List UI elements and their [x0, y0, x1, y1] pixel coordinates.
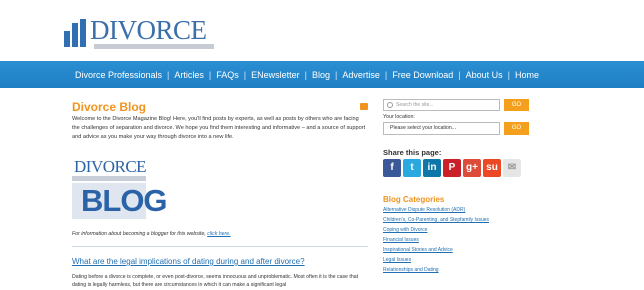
- site-logo[interactable]: DIVORCE: [64, 16, 220, 52]
- location-label: Your location:: [383, 114, 415, 120]
- nav-item-faqs[interactable]: FAQs: [216, 70, 239, 80]
- nav-item-articles[interactable]: Articles: [174, 70, 204, 80]
- nav-item-enewsletter[interactable]: ENewsletter: [251, 70, 300, 80]
- nav-item-advertise[interactable]: Advertise: [342, 70, 380, 80]
- blog-logo-box: BLOG: [72, 183, 168, 219]
- social-share-bar: f t in Pg+ su ✉: [383, 159, 523, 177]
- categories-list: Alternative Dispute Resolution (ADR) Chil…: [383, 205, 489, 275]
- category-link[interactable]: Relationships and Dating: [383, 265, 489, 275]
- nav-item-about-us[interactable]: About Us: [466, 70, 503, 80]
- nav-separator: |: [243, 69, 247, 80]
- nav-separator: |: [334, 69, 338, 80]
- nav-separator: |: [507, 69, 510, 80]
- rss-icon[interactable]: [360, 103, 368, 110]
- stumbleupon-icon[interactable]: su: [483, 159, 501, 177]
- nav-separator: |: [208, 69, 212, 80]
- nav-items: Divorce Professionals | Articles | FAQs | ENew…: [75, 61, 539, 88]
- share-title: Share this page:: [383, 148, 442, 157]
- logo-text: DIVORCE: [90, 15, 207, 45]
- nav-separator: |: [384, 69, 388, 80]
- blog-logo-top-text: DIVORCE: [74, 157, 147, 176]
- logo-subtitle: [94, 44, 214, 49]
- googleplus-icon[interactable]: g+: [463, 159, 481, 177]
- category-link[interactable]: Alternative Dispute Resolution (ADR): [383, 205, 489, 215]
- nav-item-divorce-professionals[interactable]: Divorce Professionals: [75, 70, 162, 80]
- categories-title: Blog Categories: [383, 195, 445, 204]
- search-placeholder: Search the site...: [396, 102, 434, 108]
- logo-mark-icon: [64, 19, 88, 47]
- blogger-info: For information about becoming a blogger…: [72, 231, 231, 237]
- intro-text: Welcome to the Divorce Magazine Blog! He…: [72, 116, 366, 140]
- nav-separator: |: [167, 69, 170, 80]
- divider: [72, 246, 368, 247]
- nav-item-blog[interactable]: Blog: [312, 70, 330, 80]
- twitter-icon[interactable]: t: [403, 159, 421, 177]
- category-link[interactable]: Inspirational Stories and Advice: [383, 245, 489, 255]
- search-input[interactable]: Search the site...: [383, 99, 500, 111]
- category-link[interactable]: Children's, Co-Parenting, and Stepfamily…: [383, 215, 489, 225]
- blog-logo-strip: [72, 176, 146, 181]
- nav-separator: |: [458, 69, 461, 80]
- email-icon[interactable]: ✉: [503, 159, 521, 177]
- nav-item-free-download[interactable]: Free Download: [392, 70, 453, 80]
- facebook-icon[interactable]: f: [383, 159, 401, 177]
- blogger-info-text: For information about becoming a blogger…: [72, 231, 206, 237]
- article-excerpt: Dating before a divorce is complete, or …: [72, 274, 359, 288]
- click-here-link[interactable]: click here.: [207, 231, 230, 237]
- category-link[interactable]: Legal Issues: [383, 255, 489, 265]
- nav-item-home[interactable]: Home: [515, 70, 539, 80]
- location-select[interactable]: Please select your location...: [383, 122, 500, 135]
- category-link[interactable]: Coping with Divorce: [383, 225, 489, 235]
- search-icon: [387, 102, 393, 108]
- blog-logo-word: BLOG: [81, 183, 168, 218]
- header: DIVORCE: [0, 0, 644, 60]
- page-title: Divorce Blog: [72, 100, 147, 114]
- blog-logo-image: DIVORCE BLOG: [72, 157, 168, 219]
- article-title-link[interactable]: What are the legal implications of datin…: [72, 257, 305, 266]
- main-nav: Divorce Professionals | Articles | FAQs | ENew…: [0, 61, 644, 88]
- nav-separator: |: [304, 69, 307, 80]
- search-go-button[interactable]: GO: [504, 99, 529, 111]
- linkedin-icon[interactable]: in: [423, 159, 441, 177]
- pinterest-icon[interactable]: P: [443, 159, 461, 177]
- location-go-button[interactable]: GO: [504, 122, 529, 135]
- category-link[interactable]: Financial Issues: [383, 235, 489, 245]
